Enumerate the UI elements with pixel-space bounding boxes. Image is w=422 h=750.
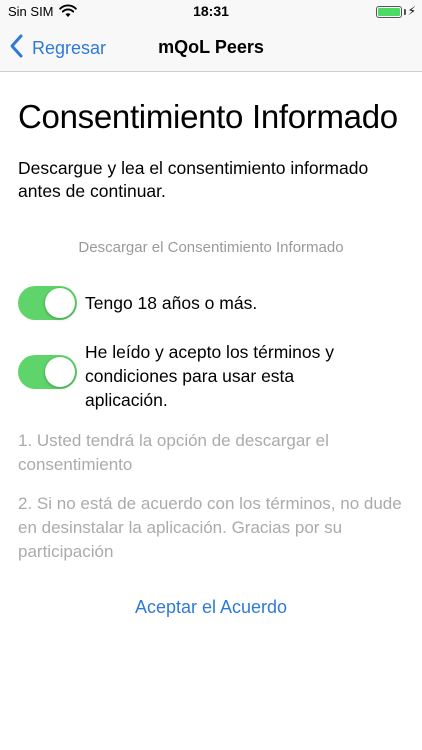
battery-icon [376,6,402,18]
note-uninstall: 2. Si no está de acuerdo con los término… [18,494,402,561]
toggle-knob [45,357,75,387]
nav-title: mQoL Peers [158,37,264,57]
status-bar: Sin SIM 18:31 ⚡ [0,0,422,24]
terms-toggle[interactable] [18,355,77,389]
intro-text: Descargue y lea el consentimiento inform… [18,158,369,201]
page-title: Consentimiento Informado [18,98,398,135]
toggle-knob [45,288,75,318]
note-download: 1. Usted tendrá la opción de descargar e… [18,431,329,474]
charging-bolt-icon: ⚡ [407,4,416,18]
age-toggle-label: Tengo 18 años o más. [85,293,258,313]
navigation-bar: Regresar mQoL Peers [0,24,422,72]
download-consent-link[interactable]: Descargar el Consentimiento Informado [0,239,422,256]
terms-toggle-label: He leído y acepto los términos y condici… [85,342,335,410]
accept-agreement-button[interactable]: Aceptar el Acuerdo [0,597,422,618]
age-toggle[interactable] [18,286,77,320]
status-time: 18:31 [193,3,229,19]
battery-tip [404,9,406,15]
